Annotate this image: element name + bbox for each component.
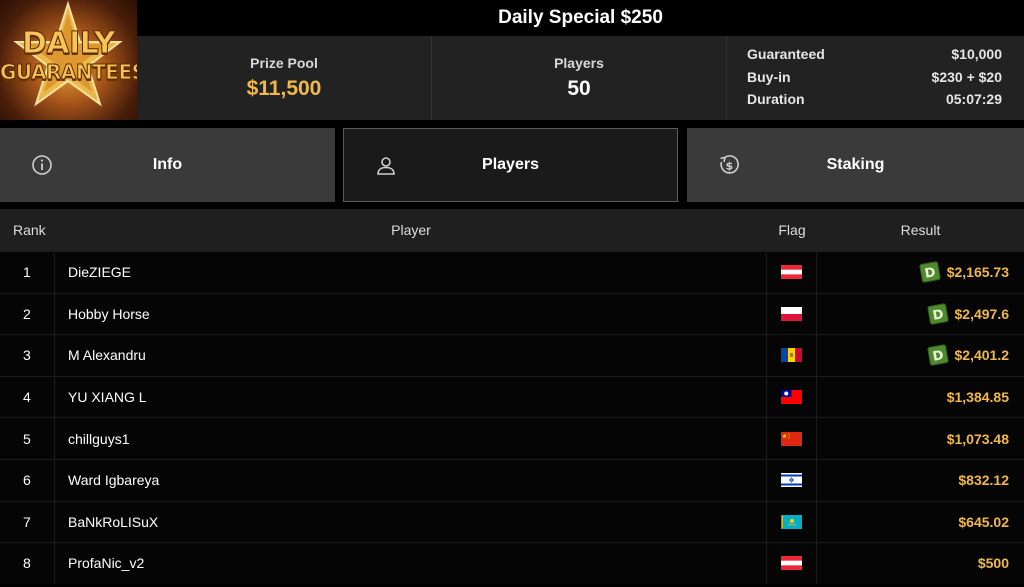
players-count-label: Players (554, 55, 604, 71)
table-row[interactable]: 7 BaNkRoLISuX $645.02 (0, 500, 1024, 543)
players-stat: Players 50 (432, 36, 727, 120)
logo-text-guarantees: GUARANTEES (0, 60, 137, 85)
buy-in-label: Buy-in (747, 68, 791, 85)
flag-cell (767, 335, 817, 376)
result-value: $2,165.73 (946, 264, 1009, 281)
buy-in-value: $230 + $20 (931, 68, 1002, 85)
result-cell: D $2,497.6 (817, 294, 1024, 335)
result-cell: D $2,165.73 (817, 252, 1024, 293)
prize-pool-label: Prize Pool (250, 55, 318, 71)
duration-value: 05:07:29 (945, 91, 1002, 107)
tournament-details: Guaranteed $10,000 Buy-in $230 + $20 Dur… (727, 36, 1024, 120)
player-name[interactable]: Hobby Horse (55, 293, 767, 335)
svg-text:D: D (931, 307, 944, 324)
players-count-value: 50 (567, 77, 591, 100)
table-body: 1 DieZIEGE D $2,165.73 2 Hobby Horse D $… (0, 251, 1024, 584)
flag-taiwan-icon (781, 390, 802, 405)
result-cell: $1,384.85 (817, 377, 1024, 418)
player-name[interactable]: DieZIEGE (55, 252, 767, 293)
table-row[interactable]: 5 chillguys1 $1,073.48 (0, 417, 1024, 459)
d-badge-icon: D (919, 261, 941, 283)
result-cell: D $2,401.2 (817, 335, 1024, 376)
result-value: $500 (977, 555, 1009, 572)
dollar-coin-icon: $ (720, 155, 739, 174)
table-row[interactable]: 1 DieZIEGE D $2,165.73 (0, 251, 1024, 293)
flag-cell (767, 418, 817, 459)
guaranteed-value: $10,000 (951, 46, 1002, 62)
daily-guarantees-logo: DAILY GUARANTEES (0, 0, 137, 120)
result-value: $1,073.48 (946, 430, 1009, 447)
player-name[interactable]: YU XIANG L (55, 376, 767, 418)
result-header[interactable]: Result (817, 222, 1024, 238)
flag-cell (767, 501, 817, 543)
rank-cell: 1 (0, 252, 55, 293)
player-name[interactable]: Ward Igbareya (55, 459, 767, 501)
player-name[interactable]: BaNkRoLISuX (55, 501, 767, 543)
flag-moldova-icon (781, 348, 802, 363)
guaranteed-label: Guaranteed (747, 46, 825, 62)
logo-text-daily: DAILY (22, 26, 116, 62)
tab-players[interactable]: Players (343, 128, 678, 202)
guaranteed-row: Guaranteed $10,000 (747, 46, 1002, 69)
flag-china-icon (781, 431, 802, 446)
result-value: $1,384.85 (946, 389, 1009, 406)
user-icon (377, 157, 395, 175)
svg-text:D: D (931, 349, 944, 366)
flag-cell (767, 543, 817, 584)
flag-israel-icon (781, 473, 802, 488)
result-value: $832.12 (958, 472, 1009, 489)
flag-poland-icon (781, 306, 802, 321)
players-table: Rank Player Flag Result 1 DieZIEGE D $2,… (0, 209, 1024, 584)
player-name[interactable]: M Alexandru (55, 335, 767, 376)
table-row[interactable]: 6 Ward Igbareya $832.12 (0, 458, 1024, 501)
svg-text:D: D (923, 265, 936, 282)
d-badge-icon: D (926, 344, 949, 367)
table-row[interactable]: 2 Hobby Horse D $2,497.6 (0, 292, 1024, 335)
rank-cell: 7 (0, 501, 55, 543)
tab-info[interactable]: Info (0, 128, 335, 202)
table-row[interactable]: 4 YU XIANG L $1,384.85 (0, 375, 1024, 418)
result-cell: $832.12 (817, 460, 1024, 501)
flag-cell (767, 293, 817, 335)
player-name[interactable]: ProfaNic_v2 (55, 543, 767, 584)
d-badge-icon: D (926, 303, 949, 325)
duration-row: Duration 05:07:29 (747, 91, 1002, 114)
flag-header[interactable]: Flag (767, 222, 817, 238)
buy-in-row: Buy-in $230 + $20 (747, 69, 1002, 92)
result-cell: $500 (817, 543, 1024, 584)
result-cell: $645.02 (817, 502, 1024, 543)
duration-label: Duration (747, 91, 805, 107)
tournament-stats-panel: Prize Pool $11,500 Players 50 Guaranteed… (137, 36, 1024, 120)
player-name[interactable]: chillguys1 (55, 418, 767, 459)
tab-bar: Info Players $ Staking (0, 128, 1024, 202)
table-row[interactable]: 8 ProfaNic_v2 $500 (0, 542, 1024, 584)
table-header: Rank Player Flag Result (0, 209, 1024, 251)
flag-cell (767, 376, 817, 418)
prize-pool-value: $11,500 (246, 77, 322, 100)
rank-cell: 2 (0, 293, 55, 335)
flag-cell (767, 459, 817, 501)
prize-pool-stat: Prize Pool $11,500 (137, 36, 432, 120)
rank-cell: 5 (0, 418, 55, 459)
svg-text:$: $ (725, 160, 733, 173)
rank-cell: 3 (0, 335, 55, 376)
tab-staking[interactable]: $ Staking (687, 128, 1024, 202)
rank-header[interactable]: Rank (0, 222, 55, 238)
flag-cell (767, 252, 817, 293)
info-icon (32, 155, 52, 175)
player-header[interactable]: Player (55, 222, 767, 238)
result-value: $2,497.6 (954, 305, 1010, 322)
result-cell: $1,073.48 (817, 418, 1024, 459)
flag-kazakhstan-icon (781, 514, 802, 529)
flag-austria-icon (781, 556, 802, 571)
rank-cell: 8 (0, 543, 55, 584)
table-row[interactable]: 3 M Alexandru D $2,401.2 (0, 334, 1024, 376)
result-value: $2,401.2 (954, 347, 1010, 364)
flag-austria-icon (781, 265, 802, 280)
rank-cell: 4 (0, 376, 55, 418)
result-value: $645.02 (958, 513, 1009, 530)
rank-cell: 6 (0, 459, 55, 501)
tournament-title: Daily Special $250 (137, 0, 1024, 36)
